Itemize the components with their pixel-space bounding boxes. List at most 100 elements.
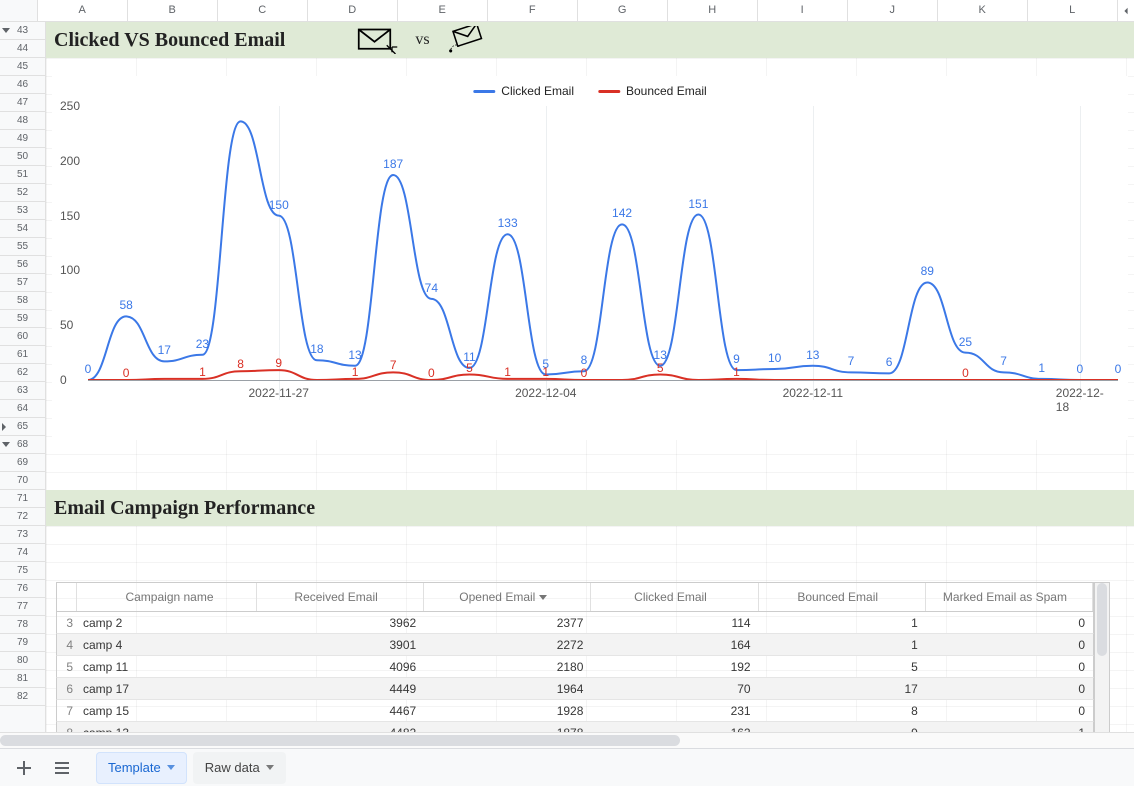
table-row[interactable]: 4camp 43901227216410 bbox=[56, 634, 1094, 656]
row-header-49[interactable]: 49 bbox=[0, 130, 45, 148]
row-header-79[interactable]: 79 bbox=[0, 634, 45, 652]
col-opened[interactable]: Opened Email bbox=[424, 583, 591, 611]
x-tick: 2022-11-27 bbox=[248, 386, 309, 400]
select-all-corner[interactable] bbox=[0, 0, 38, 21]
cell-campaign-name: camp 15 bbox=[77, 700, 257, 721]
row-index: 6 bbox=[57, 678, 77, 699]
column-header-C[interactable]: C bbox=[218, 0, 308, 21]
y-tick: 0 bbox=[60, 373, 67, 387]
row-header-48[interactable]: 48 bbox=[0, 112, 45, 130]
envelope-bounce-icon bbox=[446, 26, 486, 54]
row-header-78[interactable]: 78 bbox=[0, 616, 45, 634]
scrollbar-thumb[interactable] bbox=[0, 735, 680, 746]
chart-clicked-vs-bounced[interactable]: Clicked Email Bounced Email 050100150200… bbox=[52, 76, 1128, 440]
add-sheet-button[interactable] bbox=[8, 752, 40, 784]
table-row[interactable]: 6camp 174449196470170 bbox=[56, 678, 1094, 700]
tab-label: Raw data bbox=[205, 760, 260, 775]
column-header-J[interactable]: J bbox=[848, 0, 938, 21]
section-header-clicked-vs-bounced: Clicked VS Bounced Email vs bbox=[46, 22, 1134, 58]
y-tick: 150 bbox=[60, 209, 80, 223]
sheet-horizontal-scrollbar[interactable] bbox=[0, 732, 1134, 748]
col-bounced[interactable]: Bounced Email bbox=[759, 583, 926, 611]
column-header-G[interactable]: G bbox=[578, 0, 668, 21]
column-header-H[interactable]: H bbox=[668, 0, 758, 21]
row-header-47[interactable]: 47 bbox=[0, 94, 45, 112]
row-header-59[interactable]: 59 bbox=[0, 310, 45, 328]
campaign-performance-table[interactable]: Campaign name Received Email Opened Emai… bbox=[56, 582, 1094, 748]
row-header-80[interactable]: 80 bbox=[0, 652, 45, 670]
row-header-64[interactable]: 64 bbox=[0, 400, 45, 418]
row-header-71[interactable]: 71 bbox=[0, 490, 45, 508]
row-header-72[interactable]: 72 bbox=[0, 508, 45, 526]
section-title: Clicked VS Bounced Email bbox=[54, 29, 285, 52]
cell-bounced: 5 bbox=[759, 656, 926, 677]
column-header-E[interactable]: E bbox=[398, 0, 488, 21]
row-index: 4 bbox=[57, 634, 77, 655]
row-header-50[interactable]: 50 bbox=[0, 148, 45, 166]
row-header-56[interactable]: 56 bbox=[0, 256, 45, 274]
column-header-B[interactable]: B bbox=[128, 0, 218, 21]
column-header-A[interactable]: A bbox=[38, 0, 128, 21]
row-header-76[interactable]: 76 bbox=[0, 580, 45, 598]
table-row[interactable]: 7camp 154467192823180 bbox=[56, 700, 1094, 722]
table-row[interactable]: 5camp 114096218019250 bbox=[56, 656, 1094, 678]
x-tick: 2022-12-04 bbox=[515, 386, 576, 400]
col-received[interactable]: Received Email bbox=[257, 583, 424, 611]
sheet-canvas[interactable]: Clicked VS Bounced Email vs Clicked Emai… bbox=[46, 22, 1134, 748]
row-header-63[interactable]: 63 bbox=[0, 382, 45, 400]
row-header-75[interactable]: 75 bbox=[0, 562, 45, 580]
row-header-77[interactable]: 77 bbox=[0, 598, 45, 616]
column-header-F[interactable]: F bbox=[488, 0, 578, 21]
envelope-click-icon bbox=[357, 26, 399, 54]
scrollbar-thumb[interactable] bbox=[1097, 583, 1107, 656]
row-header-44[interactable]: 44 bbox=[0, 40, 45, 58]
row-header-53[interactable]: 53 bbox=[0, 202, 45, 220]
row-header-60[interactable]: 60 bbox=[0, 328, 45, 346]
row-header-74[interactable]: 74 bbox=[0, 544, 45, 562]
cell-opened: 2272 bbox=[424, 634, 591, 655]
col-campaign-name[interactable]: Campaign name bbox=[77, 583, 257, 611]
cell-opened: 2180 bbox=[424, 656, 591, 677]
row-header-58[interactable]: 58 bbox=[0, 292, 45, 310]
column-headers: ABCDEFGHIJKL bbox=[0, 0, 1134, 22]
row-header-62[interactable]: 62 bbox=[0, 364, 45, 382]
scroll-left-indicator[interactable] bbox=[1118, 0, 1134, 21]
column-header-D[interactable]: D bbox=[308, 0, 398, 21]
all-sheets-button[interactable] bbox=[46, 752, 78, 784]
table-vertical-scrollbar[interactable] bbox=[1094, 582, 1110, 748]
row-header-61[interactable]: 61 bbox=[0, 346, 45, 364]
row-header-68[interactable]: 68 bbox=[0, 436, 45, 454]
row-header-54[interactable]: 54 bbox=[0, 220, 45, 238]
cell-campaign-name: camp 2 bbox=[77, 612, 257, 633]
row-header-45[interactable]: 45 bbox=[0, 58, 45, 76]
column-header-K[interactable]: K bbox=[938, 0, 1028, 21]
row-header-81[interactable]: 81 bbox=[0, 670, 45, 688]
row-header-65[interactable]: 65 bbox=[0, 418, 45, 436]
col-spam[interactable]: Marked Email as Spam bbox=[926, 583, 1093, 611]
tab-raw-data[interactable]: Raw data bbox=[193, 752, 286, 784]
cell-bounced: 1 bbox=[759, 612, 926, 633]
row-header-70[interactable]: 70 bbox=[0, 472, 45, 490]
row-header-69[interactable]: 69 bbox=[0, 454, 45, 472]
cell-received: 3962 bbox=[257, 612, 424, 633]
cell-received: 4467 bbox=[257, 700, 424, 721]
table-row[interactable]: 3camp 23962237711410 bbox=[56, 612, 1094, 634]
row-header-57[interactable]: 57 bbox=[0, 274, 45, 292]
chart-legend: Clicked Email Bounced Email bbox=[473, 84, 706, 98]
row-header-43[interactable]: 43 bbox=[0, 22, 45, 40]
cell-received: 4096 bbox=[257, 656, 424, 677]
row-header-51[interactable]: 51 bbox=[0, 166, 45, 184]
cell-clicked: 231 bbox=[591, 700, 758, 721]
row-header-82[interactable]: 82 bbox=[0, 688, 45, 706]
row-header-55[interactable]: 55 bbox=[0, 238, 45, 256]
row-header-46[interactable]: 46 bbox=[0, 76, 45, 94]
row-header-52[interactable]: 52 bbox=[0, 184, 45, 202]
tab-template[interactable]: Template bbox=[96, 752, 187, 784]
column-header-L[interactable]: L bbox=[1028, 0, 1118, 21]
row-headers: 4344454647484950515253545556575859606162… bbox=[0, 22, 46, 748]
spreadsheet-app: ABCDEFGHIJKL 434445464748495051525354555… bbox=[0, 0, 1134, 786]
cell-spam: 0 bbox=[926, 656, 1093, 677]
column-header-I[interactable]: I bbox=[758, 0, 848, 21]
col-clicked[interactable]: Clicked Email bbox=[591, 583, 758, 611]
row-header-73[interactable]: 73 bbox=[0, 526, 45, 544]
